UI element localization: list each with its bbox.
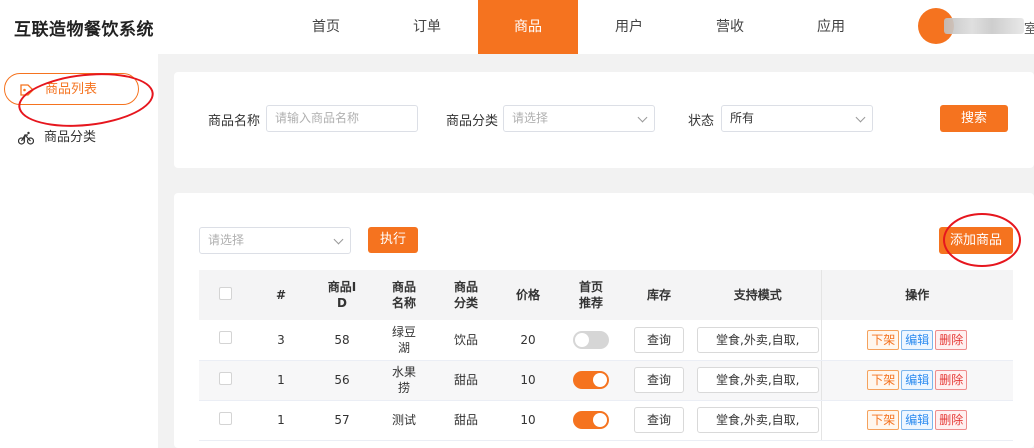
nav-apps[interactable]: 应用	[781, 0, 881, 54]
product-list-panel: 请选择 执行 添加商品 # 商品I D 商品 名称 商品 分类 价格 首页 推荐 库存 …	[174, 193, 1034, 448]
sidebar-item-product-list[interactable]: 商品列表	[4, 73, 139, 105]
row-product-name: 绿豆湖	[373, 320, 435, 361]
row-product-name: 水果捞	[373, 360, 435, 401]
sidebar-item-label: 商品分类	[44, 130, 97, 145]
row-checkbox[interactable]	[218, 371, 232, 385]
col-stock: 库存	[646, 288, 671, 302]
select-value: 所有	[730, 111, 755, 125]
home-recommend-toggle[interactable]	[573, 371, 609, 389]
user-name-tail: 室	[1024, 22, 1034, 37]
select-all-cell	[199, 270, 251, 320]
chevron-down-icon	[855, 112, 866, 123]
row-price: 20	[497, 320, 559, 361]
status-label: 状态	[688, 114, 715, 129]
col-actions: 操作	[820, 270, 1013, 320]
sidebar-item-product-category[interactable]: 商品分类	[4, 122, 139, 154]
edit-button[interactable]: 编辑	[901, 410, 934, 430]
row-index: 3	[251, 320, 311, 361]
row-product-id: 58	[311, 320, 373, 361]
search-panel: 商品名称 请输入商品名称 商品分类 请选择 状态 所有 搜索	[174, 72, 1034, 168]
unlist-button[interactable]: 下架	[867, 410, 900, 430]
product-category-label: 商品分类	[446, 114, 499, 129]
home-recommend-toggle[interactable]	[573, 330, 609, 349]
bicycle-icon	[18, 131, 34, 145]
select-placeholder: 请选择	[208, 233, 245, 247]
stock-query-button[interactable]: 查询	[634, 326, 684, 353]
table-row: 1 56 水果捞 甜品 10 查询 堂食,外卖,自取, 下架 编辑 删除	[199, 360, 1013, 401]
select-placeholder: 请选择	[512, 111, 549, 125]
table-header-row: # 商品I D 商品 名称 商品 分类 价格 首页 推荐 库存 支持模式 操作	[199, 270, 1013, 320]
row-actions: 下架 编辑 删除	[820, 320, 1013, 361]
delete-button[interactable]: 删除	[935, 370, 968, 390]
add-product-button[interactable]: 添加商品	[939, 227, 1013, 254]
row-price: 10	[497, 360, 559, 401]
row-category: 甜品	[435, 360, 497, 401]
table-row: 1 57 测试 甜品 10 查询 堂食,外卖,自取, 下架 编辑 删除	[199, 400, 1013, 441]
edit-button[interactable]: 编辑	[901, 370, 934, 390]
stock-query-button[interactable]: 查询	[634, 407, 684, 433]
chevron-down-icon	[333, 234, 344, 245]
row-actions: 下架 编辑 删除	[820, 400, 1013, 441]
nav-revenue[interactable]: 营收	[680, 0, 780, 54]
status-select[interactable]: 所有	[721, 105, 873, 132]
table-row: 3 58 绿豆湖 饮品 20 查询 堂食,外卖,自取, 下架 编辑 删除	[199, 320, 1013, 361]
col-product-name: 商品 名称	[391, 280, 416, 310]
support-modes-field[interactable]: 堂食,外卖,自取,	[696, 407, 819, 433]
search-button[interactable]: 搜索	[940, 105, 1008, 132]
col-product-id: 商品I D	[327, 280, 357, 310]
row-category: 饮品	[435, 320, 497, 361]
nav-orders[interactable]: 订单	[377, 0, 477, 54]
row-checkbox[interactable]	[218, 411, 232, 425]
nav-products[interactable]: 商品	[478, 0, 578, 54]
support-modes-field[interactable]: 堂食,外卖,自取,	[696, 367, 819, 393]
row-actions: 下架 编辑 删除	[820, 360, 1013, 401]
col-price: 价格	[515, 288, 540, 302]
user-name-redacted	[944, 18, 1024, 34]
col-modes: 支持模式	[733, 288, 782, 302]
edit-button[interactable]: 编辑	[901, 329, 934, 350]
row-checkbox[interactable]	[218, 331, 232, 345]
row-product-name: 测试	[373, 400, 435, 441]
unlist-button[interactable]: 下架	[867, 370, 900, 390]
batch-action-select[interactable]: 请选择	[199, 227, 351, 254]
chevron-down-icon	[637, 112, 648, 123]
row-price: 10	[497, 400, 559, 441]
col-product-category: 商品 分类	[453, 280, 478, 310]
home-recommend-toggle[interactable]	[573, 411, 609, 429]
delete-button[interactable]: 删除	[935, 329, 968, 350]
execute-button[interactable]: 执行	[368, 227, 418, 253]
unlist-button[interactable]: 下架	[867, 329, 900, 350]
nav-home[interactable]: 首页	[276, 0, 376, 54]
row-index: 1	[251, 360, 311, 401]
tag-icon	[20, 84, 34, 96]
row-product-id: 56	[311, 360, 373, 401]
support-modes-field[interactable]: 堂食,外卖,自取,	[696, 326, 819, 353]
col-home-recommend: 首页 推荐	[578, 280, 603, 310]
row-product-id: 57	[311, 400, 373, 441]
col-index: #	[275, 288, 287, 302]
app-title: 互联造物餐饮系统	[14, 20, 154, 40]
row-index: 1	[251, 400, 311, 441]
product-name-label: 商品名称	[208, 114, 261, 129]
nav-users[interactable]: 用户	[579, 0, 679, 54]
sidebar-item-label: 商品列表	[45, 82, 98, 97]
select-all-checkbox[interactable]	[218, 286, 232, 300]
product-category-select[interactable]: 请选择	[503, 105, 655, 132]
stock-query-button[interactable]: 查询	[634, 367, 684, 393]
delete-button[interactable]: 删除	[935, 410, 968, 430]
top-header: 互联造物餐饮系统 首页 订单 商品 用户 营收 应用 室	[0, 0, 1034, 54]
product-name-input[interactable]: 请输入商品名称	[266, 105, 418, 132]
product-table: # 商品I D 商品 名称 商品 分类 价格 首页 推荐 库存 支持模式 操作 3 58…	[199, 270, 1013, 441]
row-category: 甜品	[435, 400, 497, 441]
sidebar: 商品列表 商品分类	[0, 54, 158, 448]
